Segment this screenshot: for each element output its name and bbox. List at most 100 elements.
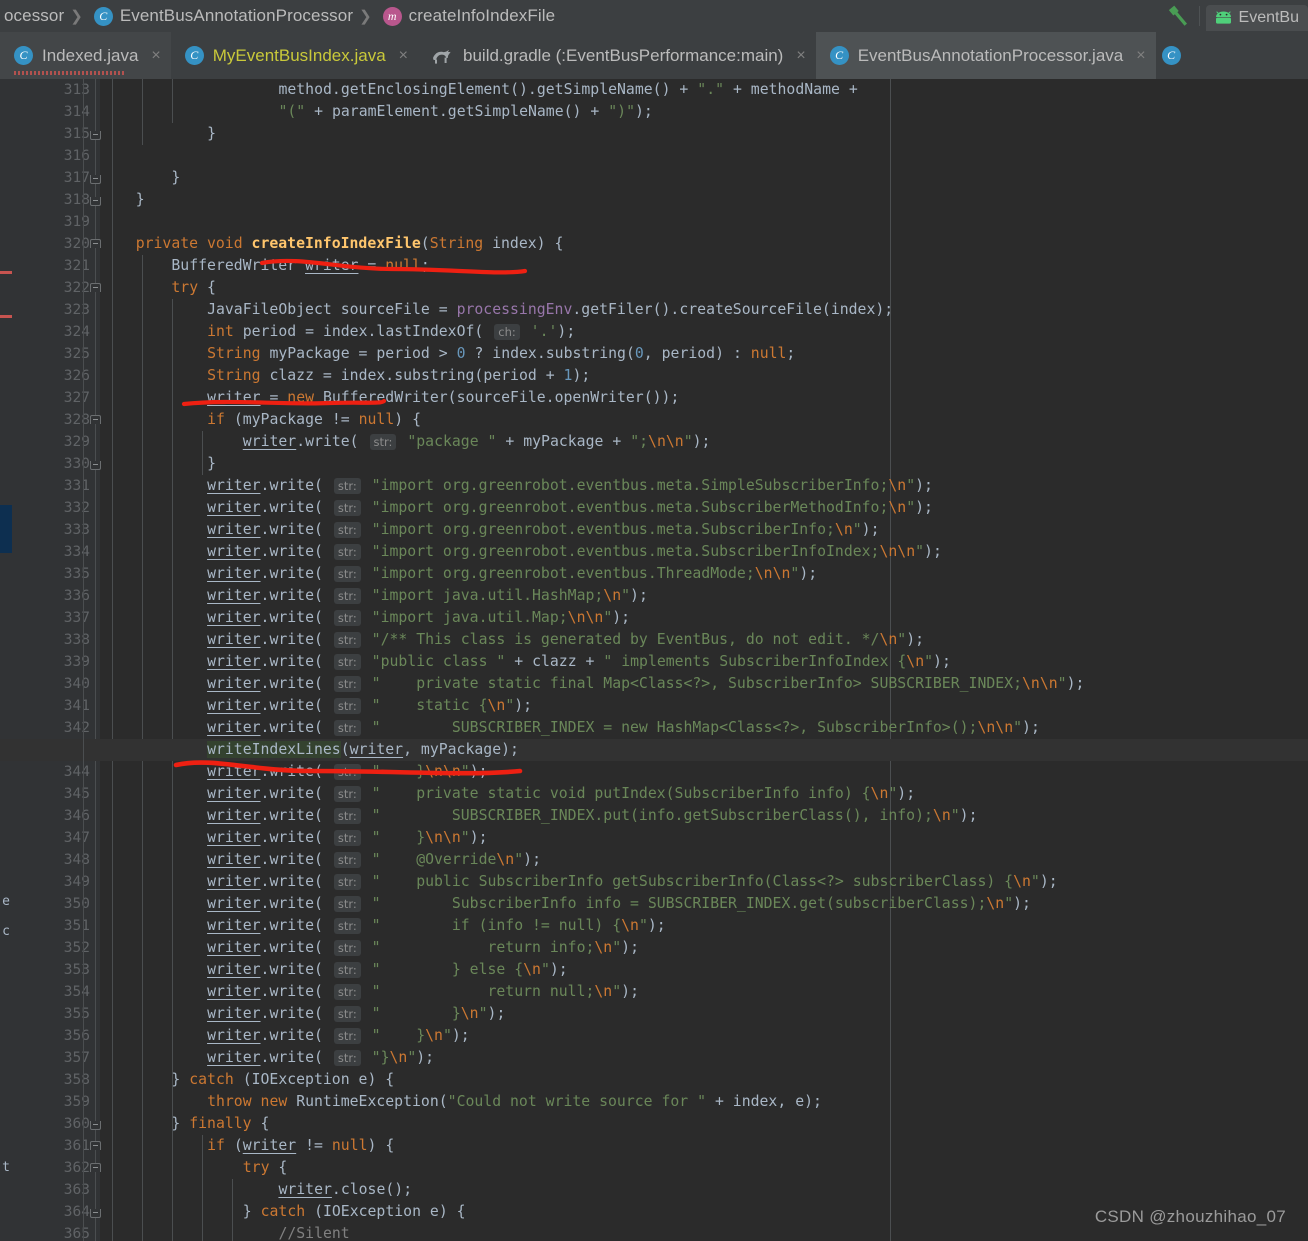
parameter-hint: str: [369,434,397,450]
tab-label: Indexed.java [42,45,139,65]
code-line[interactable]: writer.write( str: "import org.greenrobo… [100,541,942,563]
tab-eventbusannotationprocessor-java[interactable]: C EventBusAnnotationProcessor.java × [815,32,1156,79]
code-line[interactable]: String clazz = index.substring(period + … [100,365,590,387]
parameter-hint: str: [333,632,361,648]
code-line[interactable]: writer.write( str: " if (info != null) {… [100,915,666,937]
breadcrumb-label: createInfoIndexFile [408,6,556,25]
code-line[interactable]: "(" + paramElement.getSimpleName() + ")"… [100,101,652,123]
left-error-stripe[interactable]: e c t [0,79,12,1241]
code-line[interactable]: writer.write( str: " }\n\n"); [100,761,488,783]
tab-indexed-java[interactable]: C Indexed.java × [0,32,171,79]
code-line[interactable]: try { [100,1157,288,1179]
code-line[interactable]: writer.write( str: " @Override\n"); [100,849,541,871]
code-line[interactable]: method.getEnclosingElement().getSimpleNa… [100,79,857,101]
code-line[interactable]: } finally { [100,1113,269,1135]
code-line[interactable]: if (writer != null) { [100,1135,394,1157]
line-number: 323 [63,302,90,318]
code-editor[interactable]: e c t 313 314 315 316 317 318 319 320 321 322 323 3… [0,79,1308,1241]
ide-window: ocessor ❯ C EventBusAnnotationProcessor … [0,0,1308,1241]
code-line[interactable]: writer.write( str: "package " + myPackag… [100,431,710,453]
tab-close-icon[interactable]: × [1136,47,1145,64]
breadcrumb-item-method[interactable]: m createInfoIndexFile [381,0,557,32]
code-line[interactable]: writer.write( str: " SUBSCRIBER_INDEX.pu… [100,805,978,827]
line-number: 353 [63,962,90,978]
line-number: 326 [63,368,90,384]
code-line[interactable]: writer.write( str: " private static fina… [100,673,1084,695]
code-line[interactable]: writer.write( str: " } else {\n"); [100,959,568,981]
code-line[interactable]: writer.write( str: "import org.greenrobo… [100,475,933,497]
parameter-hint: str: [333,830,361,846]
code-line[interactable]: writer.write( str: "public class " + cla… [100,651,951,673]
tab-close-icon[interactable]: × [399,47,408,64]
code-line[interactable]: writer.write( str: "import org.greenrobo… [100,519,880,541]
parameter-hint: str: [333,852,361,868]
line-number: 363 [63,1182,90,1198]
code-line[interactable]: writeIndexLines(writer, myPackage); [100,739,1308,761]
parameter-hint: str: [333,918,361,934]
editor-gutter[interactable]: 313 314 315 316 317 318 319 320 321 322 323 324 325 3… [12,79,101,1241]
code-line[interactable]: } [100,453,216,475]
navigation-bar: ocessor ❯ C EventBusAnnotationProcessor … [0,0,1308,32]
line-number: 313 [63,82,90,98]
tab-myeventbusindex-java[interactable]: C MyEventBusIndex.java × [171,32,418,79]
code-line[interactable]: writer.write( str: " }\n"); [100,1003,505,1025]
code-line[interactable]: } [100,123,216,145]
change-marker [0,271,12,274]
line-number: 352 [63,940,90,956]
code-line[interactable]: writer.write( str: "}\n"); [100,1047,434,1069]
code-line[interactable]: writer.write( str: " SubscriberInfo info… [100,893,1031,915]
parameter-hint: str: [333,500,361,516]
code-line[interactable]: writer.write( str: " static {\n"); [100,695,532,717]
code-line[interactable]: int period = index.lastIndexOf( ch: '.')… [100,321,575,343]
code-line[interactable]: } catch (IOException e) { [100,1069,394,1091]
code-line[interactable]: //Silent [100,1223,349,1241]
breadcrumb-label: ocessor [4,6,65,25]
java-class-icon: C [184,46,204,65]
line-number: 359 [63,1094,90,1110]
hammer-icon[interactable] [1159,0,1193,32]
run-configuration-selector[interactable]: EventBu [1205,5,1308,31]
code-line[interactable]: JavaFileObject sourceFile = processingEn… [100,299,893,321]
code-line[interactable]: writer.write( str: "import java.util.Has… [100,585,648,607]
tab-label: EventBusAnnotationProcessor.java [857,45,1124,65]
parameter-hint: str: [333,808,361,824]
breadcrumb-item-package[interactable]: ocessor ❯ [2,0,92,32]
code-line[interactable]: throw new RuntimeException("Could not wr… [100,1091,822,1113]
code-line[interactable]: String myPackage = period > 0 ? index.su… [100,343,795,365]
code-line[interactable]: writer.write( str: "import org.greenrobo… [100,497,933,519]
java-class-icon: C [829,46,849,65]
line-number: 338 [63,632,90,648]
code-line[interactable]: writer.write( str: "import java.util.Map… [100,607,630,629]
line-number: 349 [63,874,90,890]
line-number: 318 [63,192,90,208]
tab-close-icon[interactable]: × [151,47,160,64]
tab-label: build.gradle (:EventBusPerformance:main) [463,45,784,65]
code-line[interactable]: writer.write( str: "import org.greenrobo… [100,563,817,585]
tab-overflow[interactable]: C [1156,32,1200,79]
code-line[interactable]: writer.write( str: "/** This class is ge… [100,629,924,651]
code-line[interactable]: writer.write( str: " return null;\n"); [100,981,639,1003]
code-line[interactable]: writer.write( str: " return info;\n"); [100,937,639,959]
tab-close-icon[interactable]: × [796,47,805,64]
code-line[interactable]: } [100,167,180,189]
code-line[interactable]: writer.write( str: " private static void… [100,783,915,805]
code-line[interactable]: writer.write( str: " SUBSCRIBER_INDEX = … [100,717,1040,739]
code-line[interactable]: writer.close(); [100,1179,412,1201]
line-number: 358 [63,1072,90,1088]
code-line[interactable]: BufferedWriter writer = null; [100,255,429,277]
parameter-hint: str: [333,764,361,780]
line-number: 320 [63,236,90,252]
code-line[interactable]: if (myPackage != null) { [100,409,421,431]
code-line[interactable]: } [100,189,145,211]
code-line[interactable]: private void createInfoIndexFile(String … [100,233,564,255]
code-line[interactable]: writer.write( str: " }\n"); [100,1025,470,1047]
code-content[interactable]: method.getEnclosingElement().getSimpleNa… [0,79,1308,1241]
code-line[interactable]: try { [100,277,216,299]
code-line[interactable]: writer.write( str: " }\n\n"); [100,827,488,849]
parameter-hint: str: [333,874,361,890]
breadcrumb-item-class[interactable]: C EventBusAnnotationProcessor ❯ [92,0,381,32]
code-line[interactable]: writer.write( str: " public SubscriberIn… [100,871,1058,893]
tab-build-gradle[interactable]: build.gradle (:EventBusPerformance:main)… [418,32,816,79]
code-line[interactable]: } catch (IOException e) { [100,1201,466,1223]
code-line[interactable]: writer = new BufferedWriter(sourceFile.o… [100,387,679,409]
